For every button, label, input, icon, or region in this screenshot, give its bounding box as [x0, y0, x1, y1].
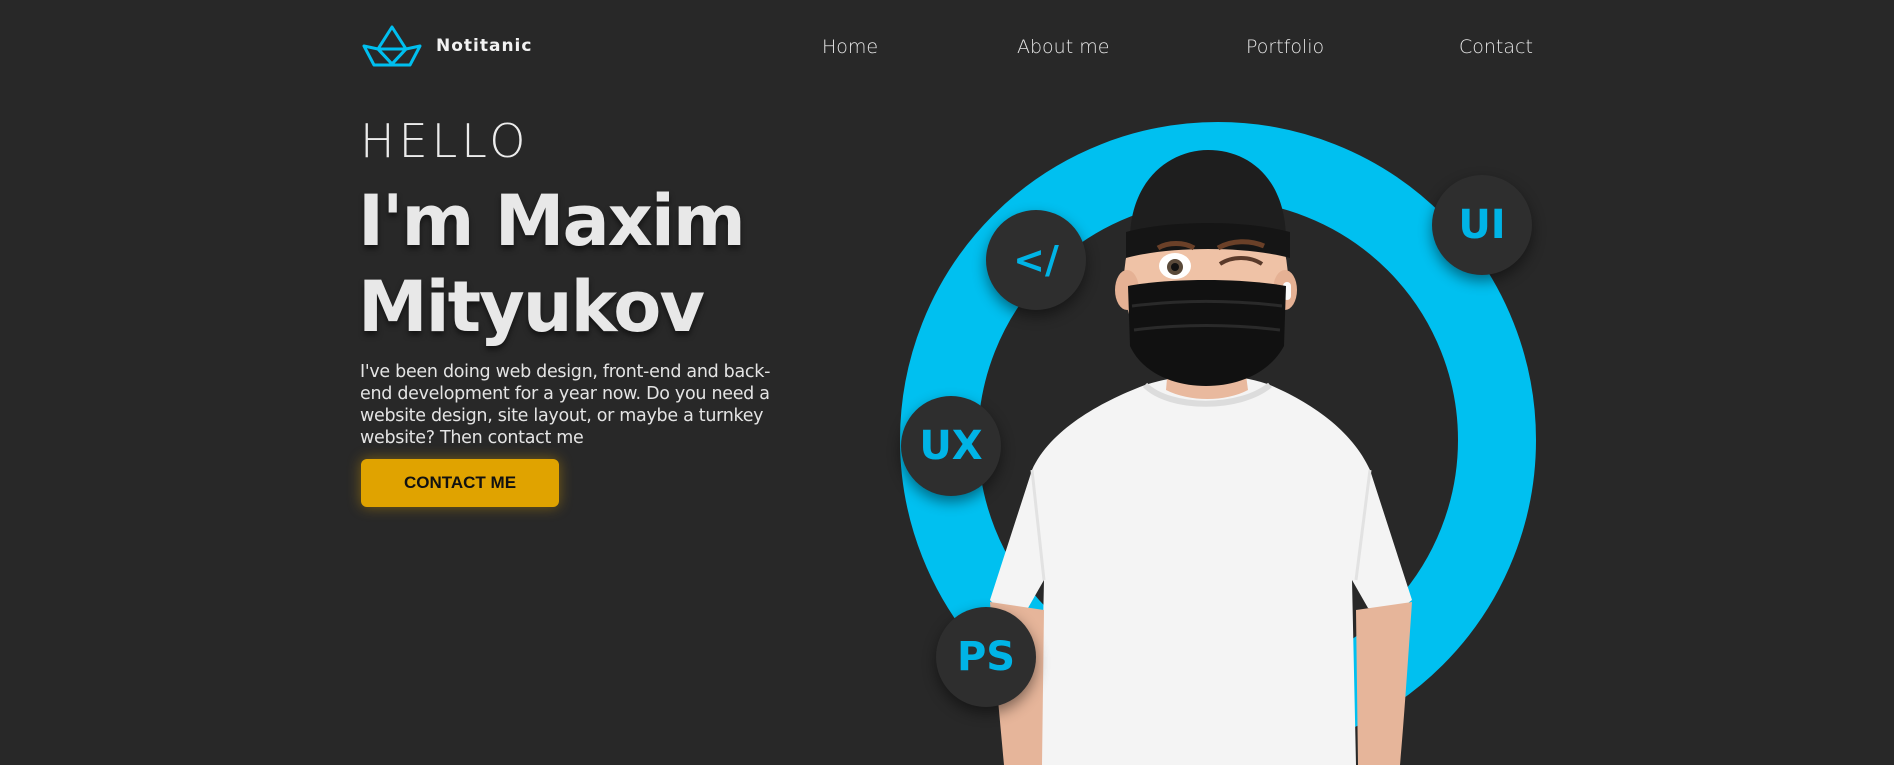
main-nav: Home About me Portfolio Contact [0, 36, 1894, 66]
hero-description: I've been doing web design, front-end an… [360, 362, 771, 448]
hero-greeting: HELLO [360, 114, 530, 168]
hero-name-line1: I'm Maxim [358, 180, 746, 262]
page: Notitanic Home About me Portfolio Contac… [0, 0, 1894, 765]
contact-me-button[interactable]: CONTACT ME [361, 459, 559, 507]
nav-item-about-me[interactable]: About me [1017, 36, 1109, 58]
ui-badge-label: UI [1458, 202, 1506, 248]
ps-badge-label: PS [956, 634, 1016, 680]
code-badge: </ [986, 210, 1086, 310]
hero-name-line2: Mityukov [358, 266, 705, 348]
ps-badge: PS [936, 607, 1036, 707]
code-badge-label: </ [1013, 238, 1059, 282]
ui-badge: UI [1432, 175, 1532, 275]
ux-badge: UX [901, 396, 1001, 496]
nav-item-home[interactable]: Home [822, 36, 878, 58]
hero-name: I'm Maxim Mityukov [358, 178, 818, 350]
nav-item-contact[interactable]: Contact [1459, 36, 1533, 58]
nav-item-portfolio[interactable]: Portfolio [1246, 36, 1324, 58]
ux-badge-label: UX [919, 423, 983, 469]
